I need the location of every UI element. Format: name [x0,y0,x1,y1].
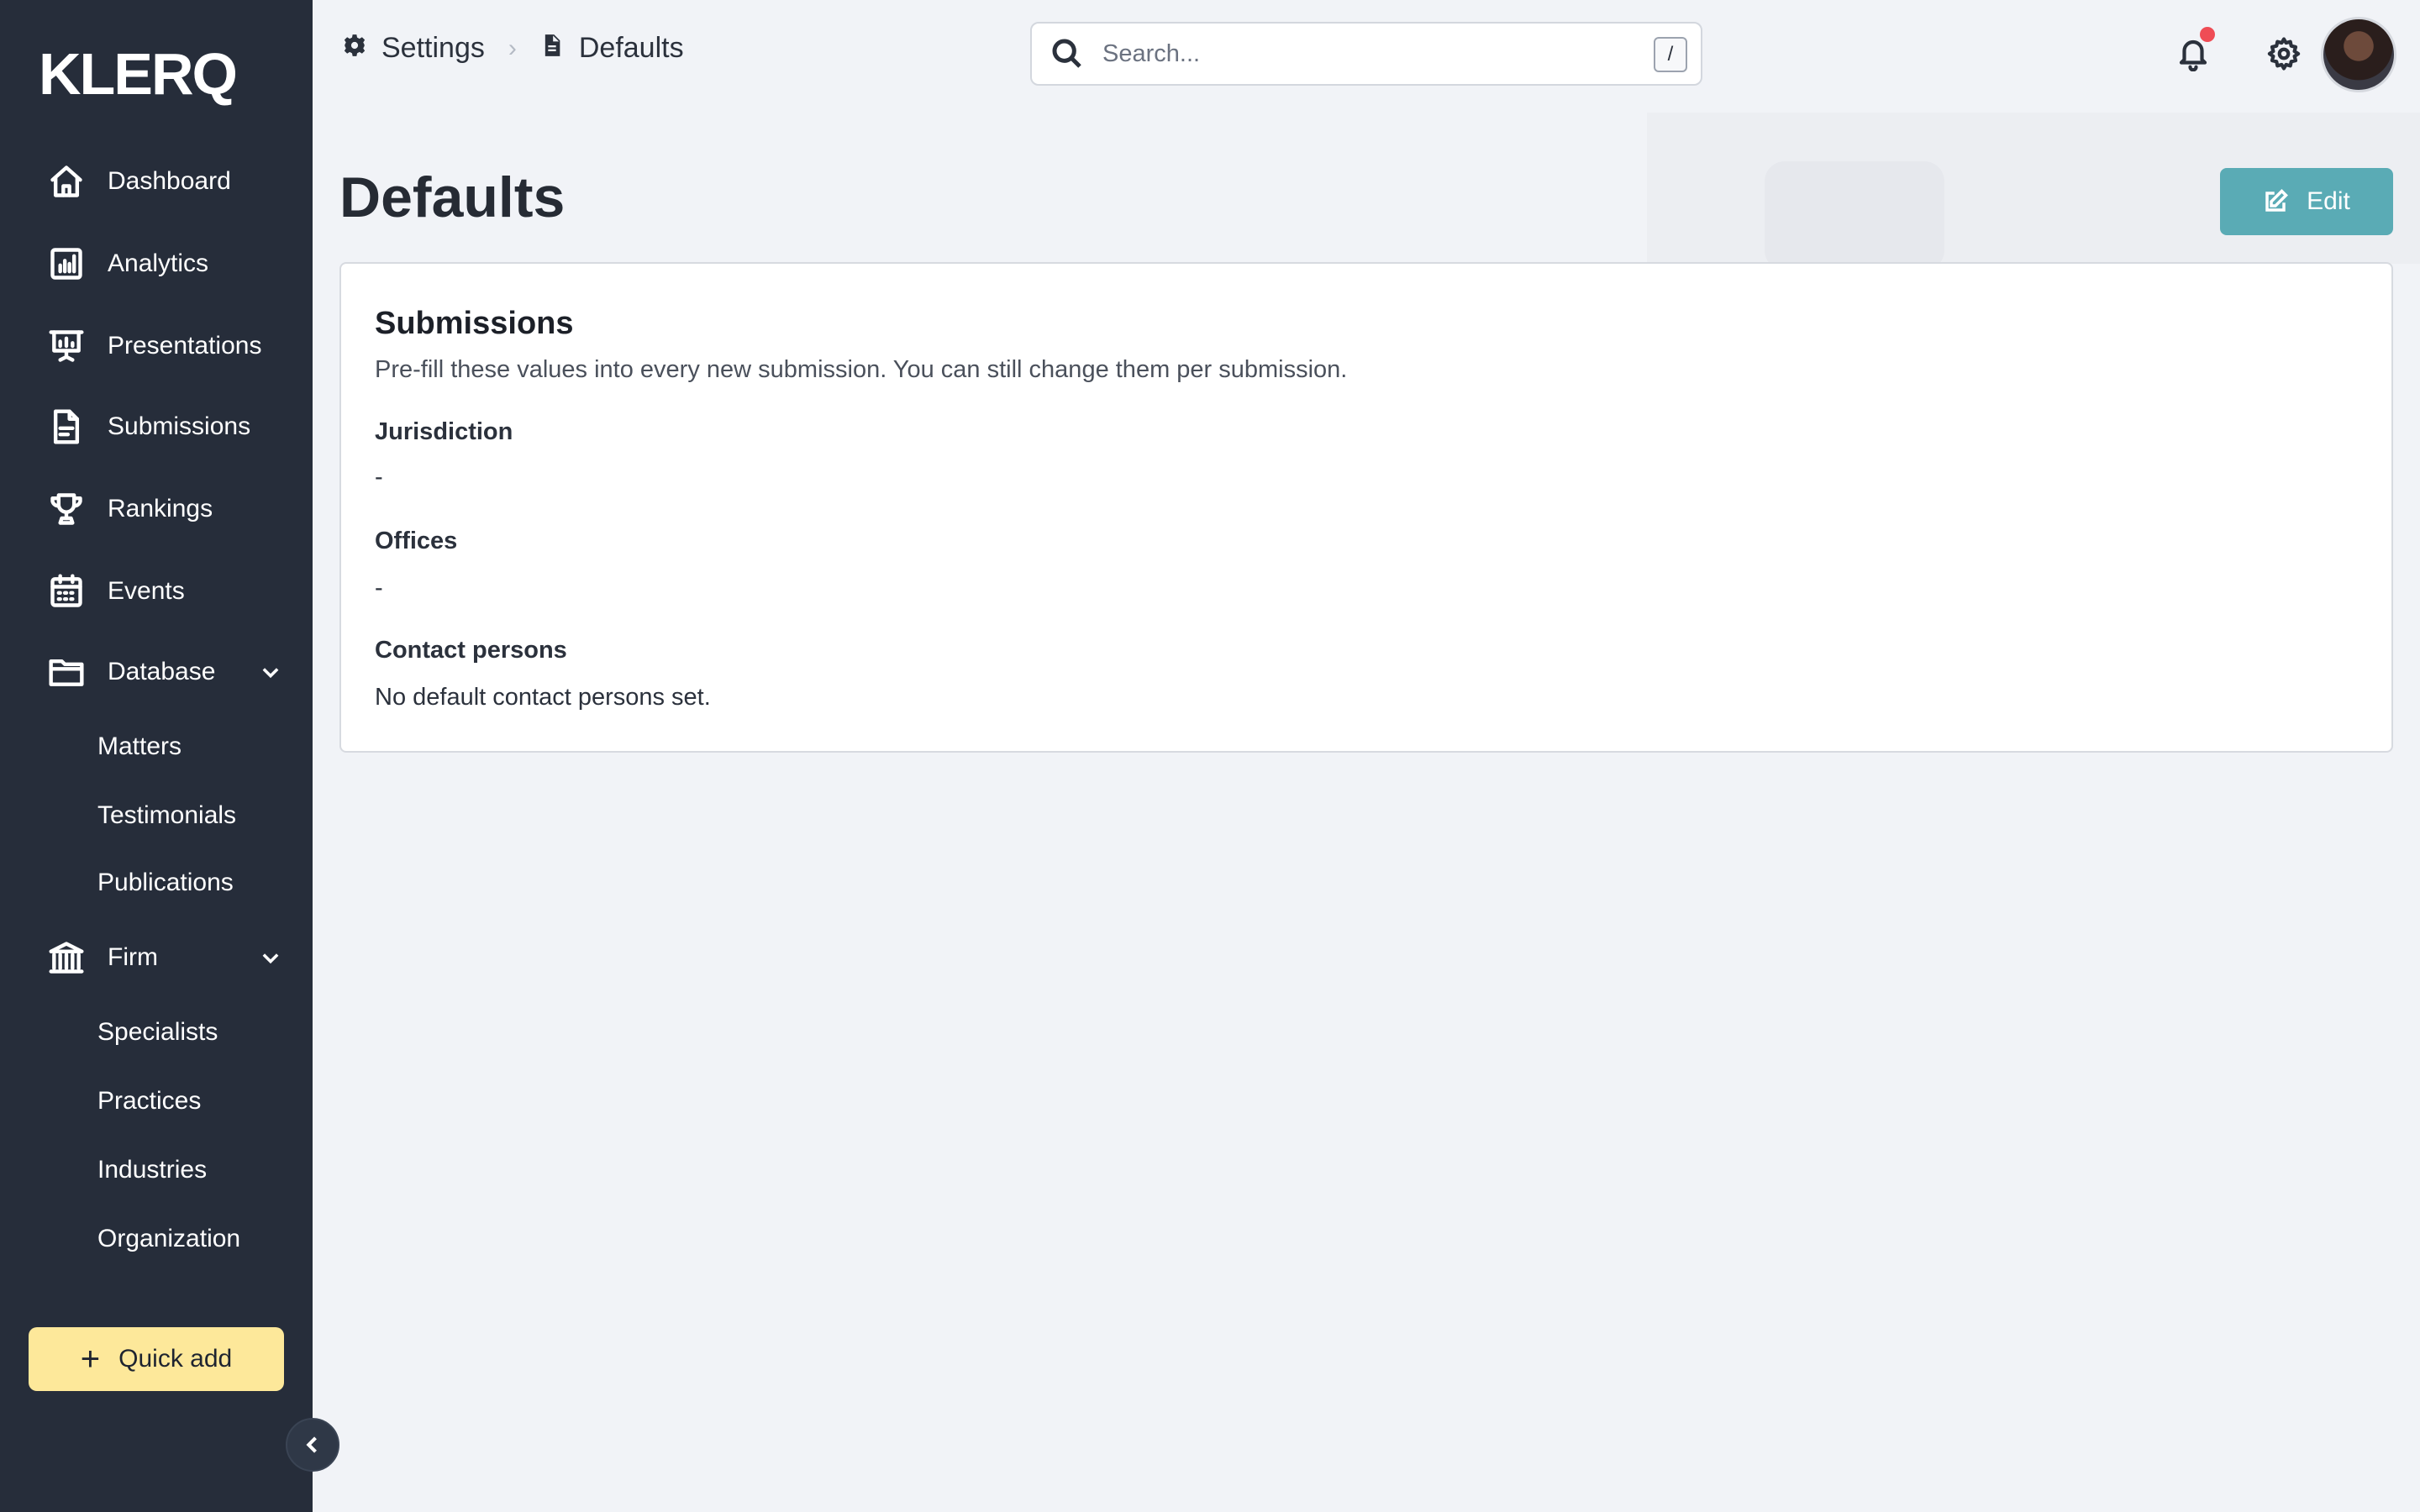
trophy-icon [47,490,86,528]
sidebar-subitem-testimonials[interactable]: Testimonials [97,801,236,830]
document-icon [47,407,86,446]
bank-icon [47,938,86,977]
file-icon [540,32,564,65]
header-decoration-shape [1765,161,1944,270]
sidebar-item-presentations[interactable]: Presentations [47,321,261,371]
contact-persons-label: Contact persons [375,637,567,664]
sidebar: KLERQ Dashboard Analytics Presentations … [0,0,313,1512]
page-title: Defaults [339,165,566,229]
sidebar-item-label: Firm [108,943,158,971]
sidebar-item-label: Dashboard [108,167,231,195]
edit-label: Edit [2307,187,2350,215]
search-box[interactable]: / [1030,22,1702,86]
search-input[interactable] [1102,39,1640,68]
sidebar-item-analytics[interactable]: Analytics [47,239,208,289]
sidebar-item-submissions[interactable]: Submissions [47,402,250,452]
avatar[interactable] [2321,17,2396,92]
breadcrumb-defaults: Defaults [578,32,684,64]
offices-label: Offices [375,528,458,554]
sidebar-item-rankings[interactable]: Rankings [47,484,213,534]
sidebar-subitem-organization[interactable]: Organization [97,1225,240,1253]
sidebar-subitem-publications[interactable]: Publications [97,869,234,897]
topbar: Settings › Defaults / [313,0,2420,113]
chevron-down-icon[interactable] [259,946,282,969]
sidebar-item-label: Database [108,658,216,685]
chevron-right-icon: › [508,34,517,62]
breadcrumb-settings[interactable]: Settings [381,32,485,65]
gear-icon [2267,37,2301,71]
quick-add-label: Quick add [118,1345,233,1373]
gear-icon [343,32,366,65]
sidebar-subitem-specialists[interactable]: Specialists [97,1018,218,1047]
calendar-icon [47,572,86,611]
notifications-button[interactable] [2171,27,2215,76]
breadcrumb: Settings › Defaults [343,32,684,65]
search-icon [1050,37,1084,71]
chevron-left-icon [306,1436,317,1453]
search-shortcut-hint: / [1654,37,1687,72]
sidebar-item-firm[interactable]: Firm [47,932,291,983]
folder-icon [47,653,86,691]
sidebar-item-label: Submissions [108,412,251,440]
contact-persons-value: No default contact persons set. [375,684,711,711]
presentation-icon [47,327,86,365]
jurisdiction-value: - [375,464,383,491]
card-description: Pre-fill these values into every new sub… [375,356,1348,383]
plus-icon: + [80,1341,101,1378]
sidebar-item-label: Analytics [108,249,209,277]
sidebar-item-database[interactable]: Database [47,647,291,697]
sidebar-item-events[interactable]: Events [47,566,185,617]
sidebar-subitem-industries[interactable]: Industries [97,1156,207,1184]
sidebar-subitem-practices[interactable]: Practices [97,1087,201,1116]
home-icon [47,162,86,201]
sidebar-item-label: Presentations [108,332,262,360]
submissions-defaults-card: Submissions Pre-fill these values into e… [339,262,2393,753]
card-title: Submissions [375,306,574,341]
sidebar-item-label: Events [108,577,185,605]
quick-add-button[interactable]: + Quick add [29,1327,284,1391]
edit-button[interactable]: Edit [2220,168,2393,235]
analytics-icon [47,244,86,283]
sidebar-subitem-matters[interactable]: Matters [97,732,182,761]
sidebar-item-dashboard[interactable]: Dashboard [47,156,231,207]
jurisdiction-label: Jurisdiction [375,418,513,445]
settings-button[interactable] [2262,32,2306,76]
edit-icon [2265,189,2289,212]
offices-value: - [375,575,383,601]
sidebar-item-label: Rankings [108,495,213,522]
notification-dot [2200,27,2215,42]
chevron-down-icon[interactable] [259,660,282,684]
app-logo[interactable]: KLERQ [39,40,238,108]
collapse-sidebar-button[interactable] [286,1418,339,1472]
